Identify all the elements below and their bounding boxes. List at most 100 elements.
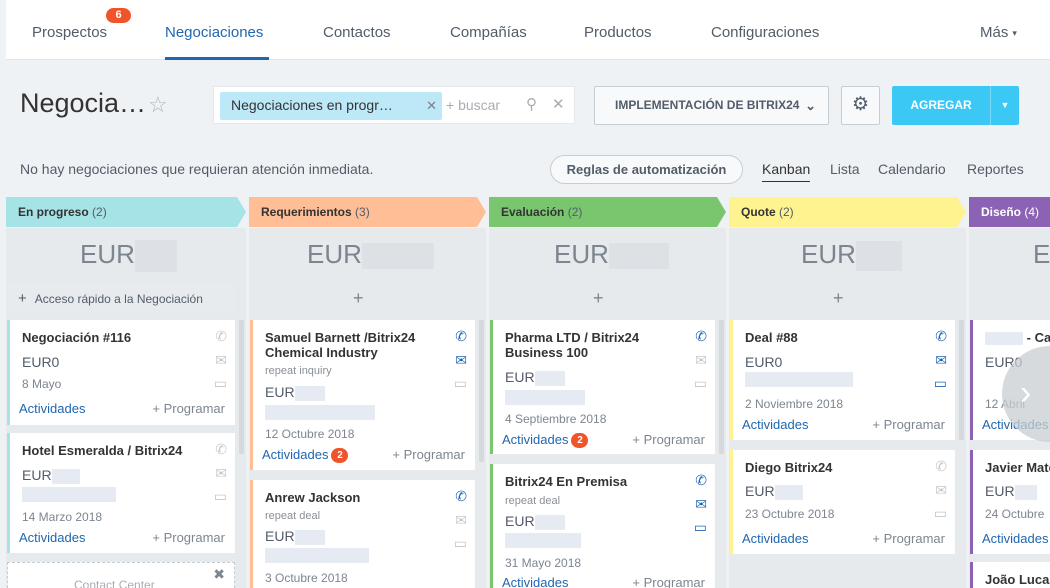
stage-label-quote: Quote (2) <box>741 205 794 219</box>
deal-name[interactable]: Deal #88 <box>745 330 798 345</box>
contact-center-panel[interactable]: Contact Center ✖ <box>7 562 235 588</box>
activities-link[interactable]: Actividades 2 <box>262 447 349 463</box>
phone-icon[interactable]: ✆ <box>455 328 467 345</box>
deal-amount: EUR0 <box>22 354 60 370</box>
page-title: Negocia… <box>20 88 147 118</box>
phone-icon[interactable]: ✆ <box>695 328 707 345</box>
deal-card[interactable]: Negociación #116 EUR0 8 Mayo Actividades… <box>7 320 235 425</box>
view-tab-calendario[interactable]: Calendario <box>878 161 946 177</box>
nav-tab-companias[interactable]: Compañías <box>450 24 527 41</box>
mail-icon[interactable]: ✉ <box>215 465 227 482</box>
deal-name[interactable]: - Can <box>985 330 1050 346</box>
close-icon[interactable]: ✖ <box>213 566 225 583</box>
deal-name[interactable]: Diego Bitrix24 <box>745 460 832 475</box>
deal-card[interactable]: João Lucas <box>970 562 1050 588</box>
phone-icon[interactable]: ✆ <box>215 328 227 345</box>
nav-tab-prospectos[interactable]: Prospectos <box>32 24 107 41</box>
deal-name[interactable]: Samuel Barnett /Bitrix24 Chemical Industr… <box>265 330 415 360</box>
nav-tab-productos[interactable]: Productos <box>584 24 652 41</box>
phone-icon[interactable]: ✆ <box>935 328 947 345</box>
column-scrollbar[interactable] <box>479 320 484 462</box>
chat-icon[interactable]: ▭ <box>214 375 227 392</box>
deal-name[interactable]: Anrew Jackson <box>265 490 360 505</box>
column-scrollbar[interactable] <box>959 320 964 440</box>
mail-icon[interactable]: ✉ <box>935 482 947 499</box>
deal-card[interactable]: Diego Bitrix24 EUR 23 Octubre 2018 Activ… <box>730 450 955 554</box>
settings-button[interactable]: ⚙ <box>841 86 880 125</box>
nav-tab-negociaciones[interactable]: Negociaciones <box>165 24 263 41</box>
schedule-link[interactable]: + Programar <box>632 432 705 447</box>
chat-icon[interactable]: ▭ <box>694 375 707 392</box>
schedule-link[interactable]: + Programar <box>152 530 225 545</box>
search-input[interactable] <box>446 93 520 117</box>
schedule-link[interactable]: + Programar <box>392 447 465 462</box>
deal-card[interactable]: Anrew Jackson repeat deal EUR 3 Octubre … <box>250 480 475 588</box>
add-deal-evaluacion-icon[interactable]: + <box>593 288 604 309</box>
mail-icon[interactable]: ✉ <box>455 512 467 529</box>
deal-name[interactable]: Bitrix24 En Premisa <box>505 474 627 489</box>
activities-link[interactable]: Actividades <box>982 531 1048 546</box>
deal-card[interactable]: Deal #88 EUR0 2 Noviembre 2018 Actividad… <box>730 320 955 440</box>
mail-icon[interactable]: ✉ <box>215 352 227 369</box>
deal-source: repeat deal <box>505 495 561 507</box>
deal-card[interactable]: Bitrix24 En Premisa repeat deal EUR 31 M… <box>490 464 715 588</box>
deal-card[interactable]: Javier Mate EUR 24 Octubre Actividades <box>970 450 1050 554</box>
quick-access-button[interactable]: + Acceso rápido a la Negociación <box>7 284 235 313</box>
chat-icon[interactable]: ▭ <box>454 535 467 552</box>
chat-icon[interactable]: ▭ <box>694 519 707 536</box>
deal-name[interactable]: Javier Mate <box>985 460 1050 475</box>
filter-chip[interactable]: Negociaciones en progr… ✕ <box>220 92 442 120</box>
automation-rules-button[interactable]: Reglas de automatización <box>550 155 743 184</box>
pipeline-selector[interactable]: IMPLEMENTACIÓN DE BITRIX24 ⌄ <box>594 86 829 125</box>
nav-tab-configuraciones[interactable]: Configuraciones <box>711 24 819 41</box>
deal-name[interactable]: João Lucas <box>985 572 1050 587</box>
add-deal-quote-icon[interactable]: + <box>833 288 844 309</box>
deal-card[interactable]: Hotel Esmeralda / Bitrix24 EUR 14 Marzo … <box>7 433 235 553</box>
chat-icon[interactable]: ▭ <box>934 505 947 522</box>
column-scrollbar[interactable] <box>239 320 244 454</box>
deal-name[interactable]: Hotel Esmeralda / Bitrix24 <box>22 443 182 458</box>
filter-search-box[interactable]: Negociaciones en progr… ✕ ⚲ ✕ <box>213 86 575 124</box>
add-deal-requerimientos-icon[interactable]: + <box>353 288 364 309</box>
clear-search-icon[interactable]: ✕ <box>552 95 565 113</box>
add-button[interactable]: AGREGAR <box>892 86 990 125</box>
deal-date: 14 Marzo 2018 <box>22 510 103 524</box>
column-scrollbar[interactable] <box>719 320 724 454</box>
mail-icon[interactable]: ✉ <box>455 352 467 369</box>
activities-link[interactable]: Actividades <box>19 530 85 545</box>
chat-icon[interactable]: ▭ <box>934 375 947 392</box>
activities-link[interactable]: Actividades 2 <box>502 432 589 448</box>
view-tab-lista[interactable]: Lista <box>830 161 860 177</box>
deal-date: 23 Octubre 2018 <box>745 507 835 521</box>
add-dropdown-button[interactable]: ▼ <box>990 86 1019 125</box>
deal-card[interactable]: Samuel Barnett /Bitrix24 Chemical Industr… <box>250 320 475 470</box>
schedule-link[interactable]: + Programar <box>872 417 945 432</box>
view-tab-kanban[interactable]: Kanban <box>762 161 811 182</box>
activities-link[interactable]: Actividades <box>19 401 85 416</box>
phone-icon[interactable]: ✆ <box>455 488 467 505</box>
schedule-link[interactable]: + Programar <box>152 401 225 416</box>
mail-icon[interactable]: ✉ <box>695 352 707 369</box>
schedule-link[interactable]: + Programar <box>632 575 705 588</box>
phone-icon[interactable]: ✆ <box>215 441 227 458</box>
chat-icon[interactable]: ▭ <box>454 375 467 392</box>
phone-icon[interactable]: ✆ <box>695 472 707 489</box>
chat-icon[interactable]: ▭ <box>214 488 227 505</box>
deal-name[interactable]: Negociación #116 <box>22 330 131 345</box>
nav-more-menu[interactable]: Más ▾ <box>980 24 1017 41</box>
deal-card[interactable]: Pharma LTD / Bitrix24 Business 100 EUR 4 … <box>490 320 715 454</box>
phone-icon[interactable]: ✆ <box>935 458 947 475</box>
activities-link[interactable]: Actividades <box>742 417 808 432</box>
schedule-link[interactable]: + Programar <box>872 531 945 546</box>
mail-icon[interactable]: ✉ <box>935 352 947 369</box>
favorite-star-icon[interactable]: ☆ <box>148 92 168 118</box>
deal-name[interactable]: Pharma LTD / Bitrix24 Business 100 <box>505 330 639 360</box>
activities-link[interactable]: Actividades <box>502 575 568 588</box>
search-icon[interactable]: ⚲ <box>526 95 537 113</box>
nav-tab-contactos[interactable]: Contactos <box>323 24 391 41</box>
deal-date: 8 Mayo <box>22 377 62 391</box>
activities-link[interactable]: Actividades <box>742 531 808 546</box>
remove-filter-icon[interactable]: ✕ <box>426 98 437 114</box>
mail-icon[interactable]: ✉ <box>695 496 707 513</box>
view-tab-reportes[interactable]: Reportes <box>967 161 1024 177</box>
